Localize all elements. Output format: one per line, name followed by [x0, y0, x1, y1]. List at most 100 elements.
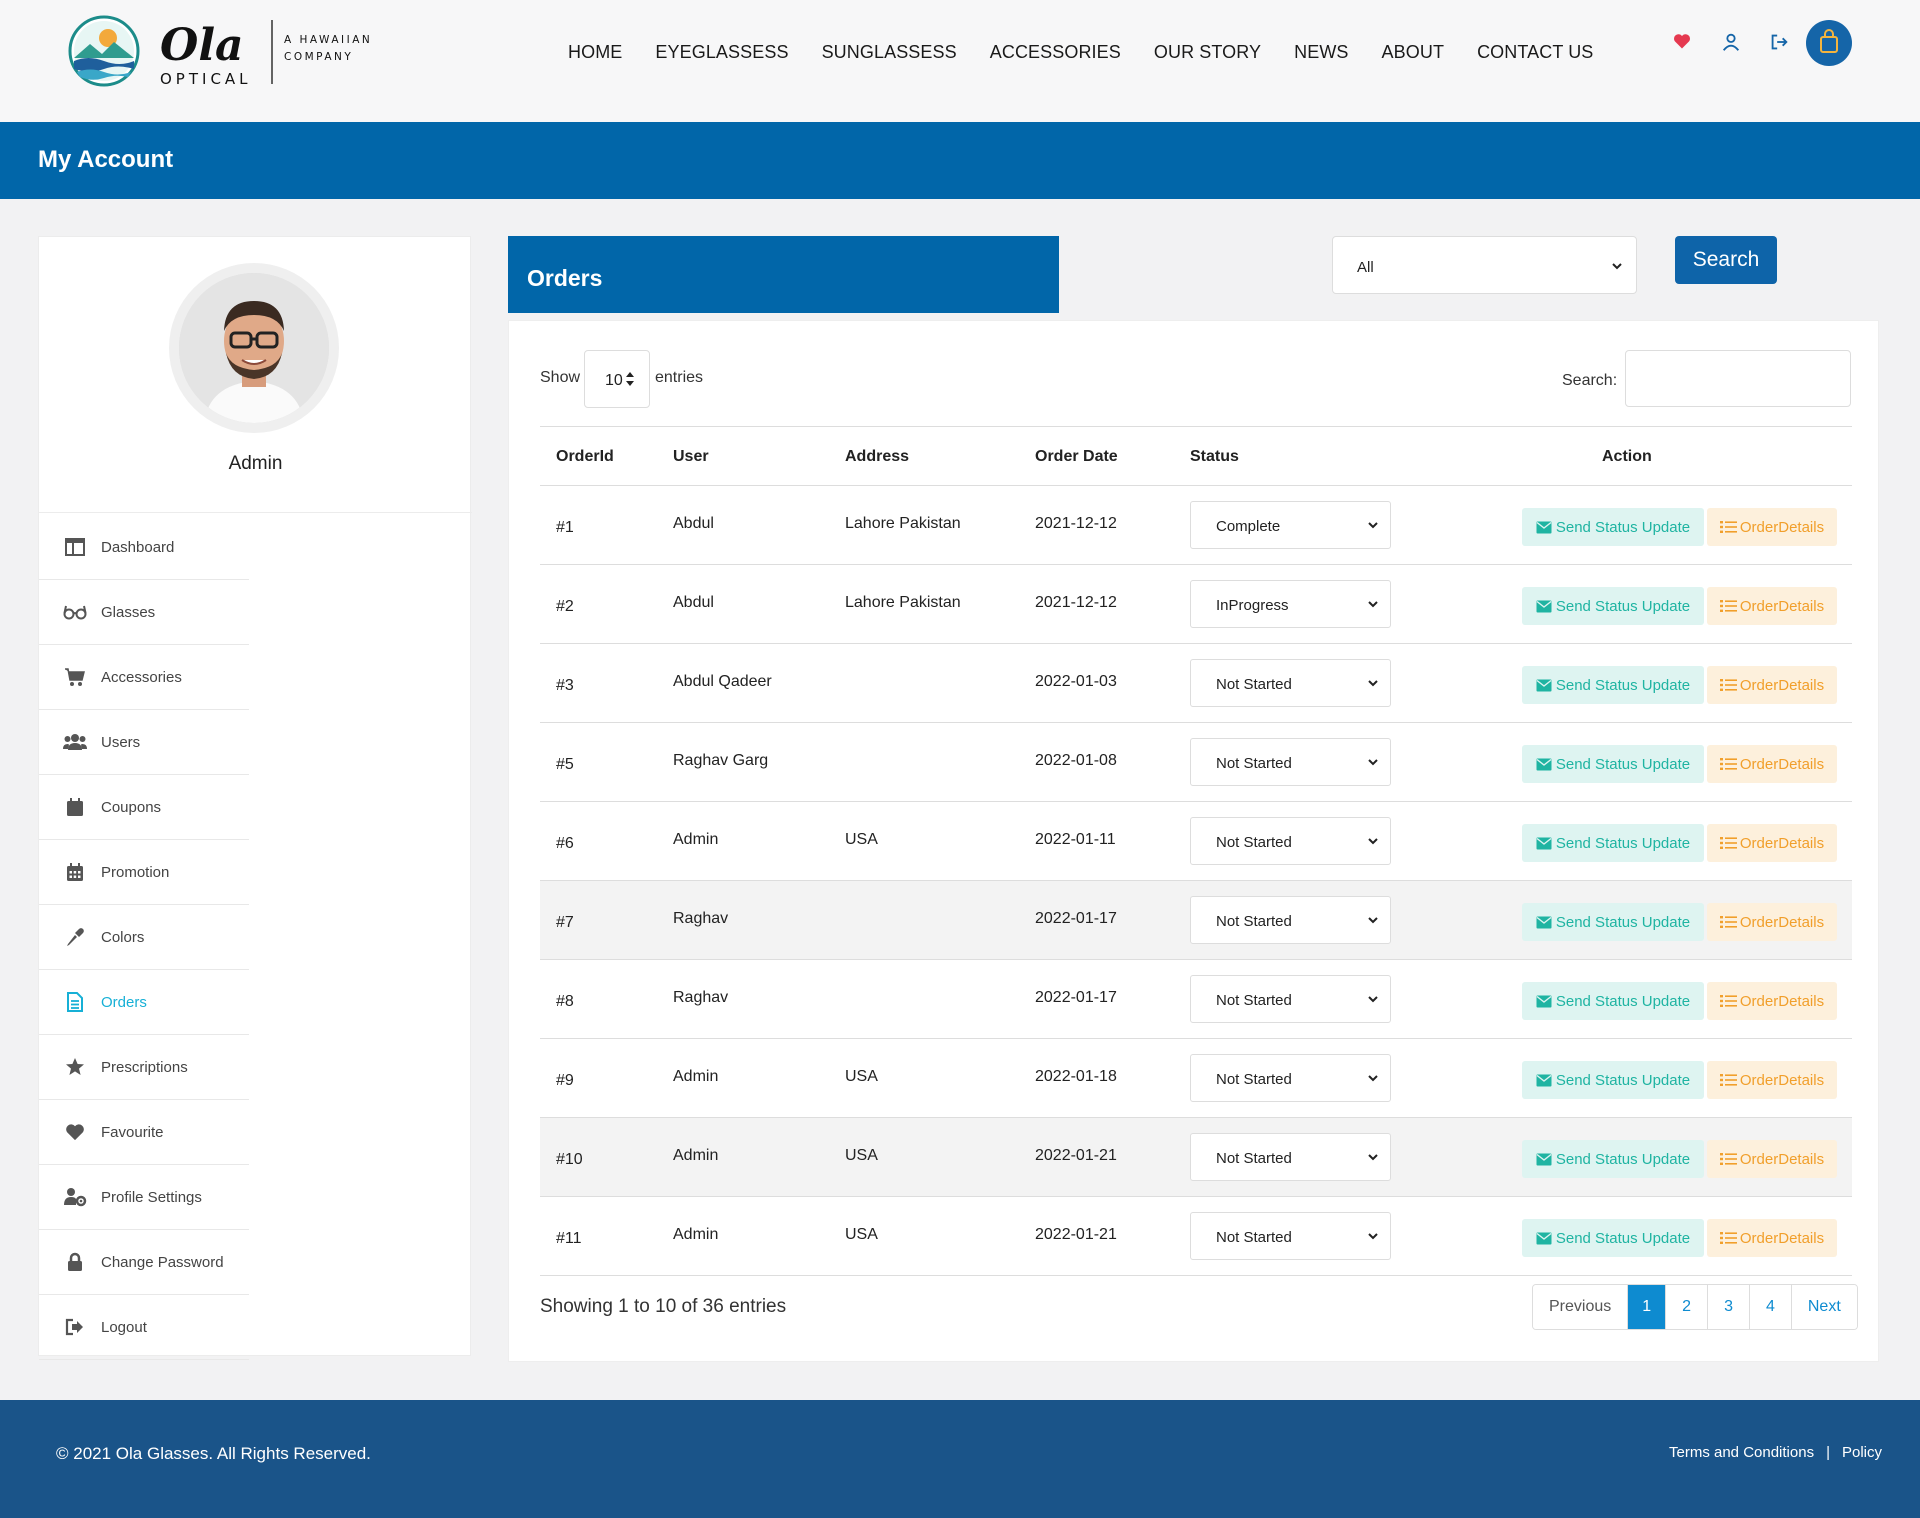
order-details-button[interactable]: OrderDetails	[1707, 824, 1837, 862]
order-status-select[interactable]: Not Started	[1190, 896, 1391, 944]
nav-eyeglasses[interactable]: EYEGLASSESS	[655, 42, 788, 63]
sidebar-item-glasses[interactable]: Glasses	[39, 580, 249, 645]
order-details-button[interactable]: OrderDetails	[1707, 666, 1837, 704]
user-icon[interactable]	[1720, 31, 1744, 55]
cart-button[interactable]	[1806, 20, 1852, 66]
chevron-down-icon	[1368, 759, 1378, 766]
send-status-update-button[interactable]: Send Status Update	[1522, 903, 1704, 941]
envelope-icon	[1536, 837, 1552, 849]
send-status-update-button[interactable]: Send Status Update	[1522, 666, 1704, 704]
send-status-update-button[interactable]: Send Status Update	[1522, 1219, 1704, 1257]
col-address[interactable]: Address	[845, 448, 909, 466]
heart-icon[interactable]	[1672, 31, 1696, 55]
order-status-select[interactable]: Not Started	[1190, 1133, 1391, 1181]
envelope-icon	[1536, 600, 1552, 612]
status-filter-select[interactable]: All	[1332, 236, 1637, 294]
sidebar-item-dashboard[interactable]: Dashboard	[39, 515, 249, 580]
order-status-select[interactable]: Not Started	[1190, 738, 1391, 786]
order-details-button[interactable]: OrderDetails	[1707, 903, 1837, 941]
pagination-page[interactable]: 1	[1628, 1285, 1667, 1329]
pagination-page[interactable]: 2	[1666, 1285, 1709, 1329]
nav-contact-us[interactable]: CONTACT US	[1477, 42, 1593, 63]
nav-our-story[interactable]: OUR STORY	[1154, 42, 1261, 63]
account-sidebar: Admin Dashboard Glasses Accessories User…	[38, 236, 472, 1360]
nav-home[interactable]: HOME	[568, 42, 622, 63]
order-status-select[interactable]: Complete	[1190, 501, 1391, 549]
logout-icon[interactable]	[1768, 31, 1792, 55]
order-date: 2022-01-21	[1035, 1226, 1117, 1243]
sidebar-item-logout[interactable]: Logout	[39, 1295, 249, 1360]
header-icons	[1660, 20, 1880, 66]
order-details-button[interactable]: OrderDetails	[1707, 508, 1837, 546]
send-status-update-button[interactable]: Send Status Update	[1522, 1061, 1704, 1099]
col-orderid[interactable]: OrderId	[556, 448, 614, 466]
send-status-update-button[interactable]: Send Status Update	[1522, 745, 1704, 783]
order-details-button[interactable]: OrderDetails	[1707, 1219, 1837, 1257]
order-details-button[interactable]: OrderDetails	[1707, 1140, 1837, 1178]
pagination-previous[interactable]: Previous	[1533, 1285, 1629, 1329]
order-status-select[interactable]: Not Started	[1190, 1212, 1391, 1260]
table-row: #11 Admin USA 2022-01-21 Not Started Send Sta…	[540, 1197, 1852, 1276]
list-icon	[1719, 1153, 1737, 1165]
order-status-select[interactable]: Not Started	[1190, 659, 1391, 707]
col-action[interactable]: Action	[1602, 448, 1652, 466]
sidebar-item-change-password[interactable]: Change Password	[39, 1230, 249, 1295]
pagination-page[interactable]: 3	[1708, 1285, 1750, 1329]
pagination-next[interactable]: Next	[1791, 1285, 1857, 1329]
order-details-button[interactable]: OrderDetails	[1707, 1061, 1837, 1099]
search-button[interactable]: Search	[1675, 236, 1777, 284]
order-id: #5	[556, 756, 574, 773]
order-status-select[interactable]: Not Started	[1190, 975, 1391, 1023]
list-icon	[1719, 758, 1737, 770]
sidebar-item-users[interactable]: Users	[39, 710, 249, 775]
send-status-update-label: Send Status Update	[1555, 913, 1691, 931]
table-row: #5 Raghav Garg 2022-01-08 Not Started Send S…	[540, 723, 1852, 802]
order-user: Admin	[673, 1226, 719, 1243]
order-address: USA	[845, 1068, 878, 1085]
nav-accessories[interactable]: ACCESSORIES	[990, 42, 1121, 63]
show-label: Show	[540, 369, 581, 386]
policy-link[interactable]: Policy	[1842, 1444, 1882, 1461]
order-details-label: OrderDetails	[1739, 755, 1825, 773]
sidebar-item-favourite[interactable]: Favourite	[39, 1100, 249, 1165]
nav-sunglasses[interactable]: SUNGLASSESS	[822, 42, 957, 63]
terms-link[interactable]: Terms and Conditions	[1669, 1444, 1814, 1461]
sidebar-item-profile-settings[interactable]: Profile Settings	[39, 1165, 249, 1230]
order-date: 2022-01-18	[1035, 1068, 1117, 1085]
nav-about[interactable]: ABOUT	[1382, 42, 1445, 63]
col-order-date[interactable]: Order Date	[1035, 448, 1118, 466]
page-length-select[interactable]: 10	[584, 350, 650, 408]
order-details-button[interactable]: OrderDetails	[1707, 587, 1837, 625]
svg-text:A HAWAIIAN: A HAWAIIAN	[284, 34, 372, 46]
sidebar-item-colors[interactable]: Colors	[39, 905, 249, 970]
send-status-update-button[interactable]: Send Status Update	[1522, 587, 1704, 625]
order-status-select[interactable]: InProgress	[1190, 580, 1391, 628]
orders-table-panel: Show 10 entries Search: OrderId User Add…	[508, 320, 1879, 1362]
sidebar-item-promotion[interactable]: Promotion	[39, 840, 249, 905]
sidebar-item-coupons[interactable]: Coupons	[39, 775, 249, 840]
order-id: #8	[556, 993, 574, 1010]
send-status-update-button[interactable]: Send Status Update	[1522, 824, 1704, 862]
order-status-select[interactable]: Not Started	[1190, 817, 1391, 865]
sidebar-item-prescriptions[interactable]: Prescriptions	[39, 1035, 249, 1100]
nav-news[interactable]: NEWS	[1294, 42, 1348, 63]
brand-logo[interactable]: Ola OPTICAL A HAWAIIAN COMPANY	[68, 14, 388, 90]
col-status[interactable]: Status	[1190, 448, 1239, 466]
order-status-value: Not Started	[1216, 834, 1292, 851]
envelope-icon	[1536, 1074, 1552, 1086]
order-details-button[interactable]: OrderDetails	[1707, 745, 1837, 783]
sidebar-divider	[39, 512, 472, 513]
col-user[interactable]: User	[673, 448, 709, 466]
sidebar-item-orders[interactable]: Orders	[39, 970, 249, 1035]
pagination-page[interactable]: 4	[1749, 1285, 1792, 1329]
page-title: My Account	[38, 146, 174, 173]
send-status-update-button[interactable]: Send Status Update	[1522, 982, 1704, 1020]
send-status-update-label: Send Status Update	[1555, 755, 1691, 773]
order-details-button[interactable]: OrderDetails	[1707, 982, 1837, 1020]
send-status-update-button[interactable]: Send Status Update	[1522, 508, 1704, 546]
sidebar-item-accessories[interactable]: Accessories	[39, 645, 249, 710]
send-status-update-button[interactable]: Send Status Update	[1522, 1140, 1704, 1178]
table-search-input[interactable]	[1625, 350, 1851, 407]
order-status-select[interactable]: Not Started	[1190, 1054, 1391, 1102]
sidebar-item-label: Logout	[101, 1318, 147, 1336]
